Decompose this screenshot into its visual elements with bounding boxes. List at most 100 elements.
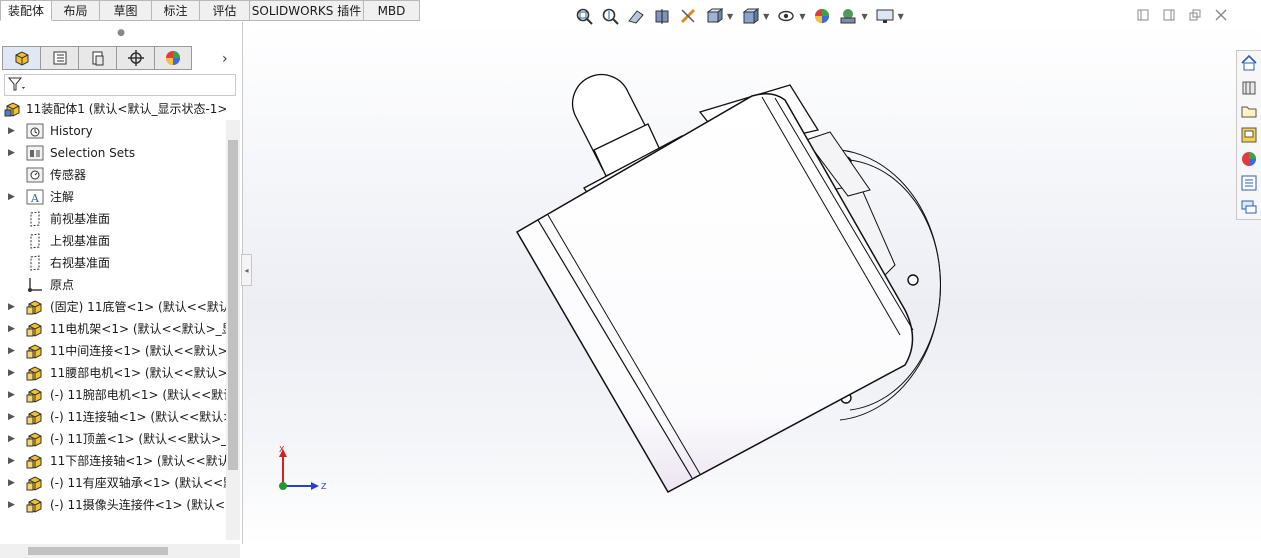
tree-filter[interactable]: [4, 74, 236, 96]
zoom-to-area-icon[interactable]: [599, 5, 621, 27]
apply-scene-dropdown[interactable]: ▼: [861, 12, 867, 21]
tree-item[interactable]: ▶ 11电机架<1> (默认<<默认>_显: [0, 318, 226, 340]
chevron-right-icon[interactable]: ›: [222, 51, 228, 67]
tree-item[interactable]: ▶ (-) 11摄像头连接件<1> (默认<<: [0, 494, 226, 516]
tab-sketch[interactable]: 草图: [100, 0, 152, 21]
triad-z-label: Z: [321, 482, 327, 491]
restore-icon[interactable]: [1184, 6, 1206, 24]
tree-item-label: 注解: [50, 190, 75, 204]
expand-arrow-icon[interactable]: ▶: [8, 142, 15, 164]
part-icon: [26, 431, 44, 447]
part-icon: [26, 497, 44, 513]
view-orientation-icon[interactable]: [703, 5, 725, 27]
propertymanager-icon[interactable]: [40, 46, 78, 70]
tree-item-label: (-) 11顶盖<1> (默认<<默认>_显: [50, 432, 226, 446]
view-orientation-dropdown[interactable]: ▼: [727, 12, 733, 21]
display-style-icon[interactable]: [739, 5, 761, 27]
view-settings-icon[interactable]: [874, 5, 896, 27]
appearances-icon[interactable]: [1237, 147, 1261, 171]
zoom-to-fit-icon[interactable]: [573, 5, 595, 27]
feature-tree: 11装配体1 (默认<默认_显示状态-1> ▶ History ▶ Selection …: [0, 98, 226, 540]
expand-arrow-icon[interactable]: ▶: [8, 186, 15, 208]
configurationmanager-icon[interactable]: [78, 46, 116, 70]
display-style-dropdown[interactable]: ▼: [763, 12, 769, 21]
tab-markup[interactable]: 标注: [152, 0, 200, 21]
graphics-area[interactable]: X Z: [243, 23, 1261, 544]
view-settings-dropdown[interactable]: ▼: [898, 12, 904, 21]
featuremanager-icon[interactable]: [2, 46, 40, 70]
dimxpert-icon[interactable]: [116, 46, 154, 70]
expand-arrow-icon[interactable]: ▶: [8, 494, 15, 516]
tab-layout[interactable]: 布局: [52, 0, 100, 21]
tab-solidworks-addins[interactable]: SOLIDWORKS 插件: [250, 0, 364, 21]
hide-show-dropdown[interactable]: ▼: [799, 12, 805, 21]
view-palette-icon[interactable]: [1237, 123, 1261, 147]
dynamic-annotation-icon[interactable]: [677, 5, 699, 27]
expand-arrow-icon[interactable]: ▶: [8, 384, 15, 406]
tree-item[interactable]: 上视基准面: [0, 230, 226, 252]
tree-item[interactable]: ▶ 11下部连接轴<1> (默认<<默认: [0, 450, 226, 472]
hide-show-items-icon[interactable]: [775, 5, 797, 27]
motor-body: [515, 93, 914, 494]
tree-item[interactable]: ▶ 11中间连接<1> (默认<<默认>_: [0, 340, 226, 362]
file-explorer-icon[interactable]: [1237, 99, 1261, 123]
triad-x-label: X: [279, 445, 285, 454]
expand-arrow-icon[interactable]: ▶: [8, 340, 15, 362]
bolt-hole: [907, 274, 919, 286]
tree-item-label: 原点: [50, 278, 75, 292]
expand-arrow-icon[interactable]: ▶: [8, 120, 15, 142]
tree-item[interactable]: ▶ (-) 11有座双轴承<1> (默认<<默: [0, 472, 226, 494]
design-library-icon[interactable]: [1237, 75, 1261, 99]
tree-item[interactable]: ▶ (固定) 11底管<1> (默认<<默认: [0, 296, 226, 318]
custom-properties-icon[interactable]: [1237, 171, 1261, 195]
expand-arrow-icon[interactable]: ▶: [8, 472, 15, 494]
manager-tabs: [2, 46, 192, 72]
tree-item[interactable]: 传感器: [0, 164, 226, 186]
section-view-icon[interactable]: [651, 5, 673, 27]
display-manager-icon[interactable]: [154, 46, 192, 70]
tree-item[interactable]: ▶ 11腰部电机<1> (默认<<默认>_: [0, 362, 226, 384]
tab-mbd[interactable]: MBD: [364, 0, 420, 21]
svg-text:A: A: [30, 192, 40, 205]
tile-right-icon[interactable]: [1158, 6, 1180, 24]
forum-icon[interactable]: [1237, 195, 1261, 219]
tree-item[interactable]: ▶ (-) 11顶盖<1> (默认<<默认>_显: [0, 428, 226, 450]
tree-item-label: 11电机架<1> (默认<<默认>_显: [50, 322, 226, 336]
tree-item[interactable]: 原点: [0, 274, 226, 296]
tree-item-label: (-) 11腕部电机<1> (默认<<默认: [50, 388, 226, 402]
panel-grip[interactable]: ●: [0, 22, 242, 44]
tree-item[interactable]: ▶ (-) 11腕部电机<1> (默认<<默认: [0, 384, 226, 406]
panel-collapse-handle[interactable]: ◂: [241, 254, 252, 286]
plane-icon: [26, 211, 44, 227]
tree-item[interactable]: 右视基准面: [0, 252, 226, 274]
view-triad: X Z: [279, 445, 327, 491]
tab-evaluate[interactable]: 评估: [200, 0, 250, 21]
tree-item[interactable]: ▶ (-) 11连接轴<1> (默认<<默认>: [0, 406, 226, 428]
expand-arrow-icon[interactable]: ▶: [8, 296, 15, 318]
expand-arrow-icon[interactable]: ▶: [8, 318, 15, 340]
filter-icon: [7, 76, 26, 95]
tile-left-icon[interactable]: [1132, 6, 1154, 24]
tree-item[interactable]: ▶ History: [0, 120, 226, 142]
tree-item-label: (固定) 11底管<1> (默认<<默认: [50, 300, 226, 314]
tree-item[interactable]: 前视基准面: [0, 208, 226, 230]
plane-icon: [26, 255, 44, 271]
tree-item[interactable]: ▶ A 注解: [0, 186, 226, 208]
part-icon: [26, 365, 44, 381]
expand-arrow-icon[interactable]: ▶: [8, 406, 15, 428]
tree-item-label: History: [50, 124, 93, 138]
apply-scene-icon[interactable]: [837, 5, 859, 27]
tree-horizontal-scrollbar[interactable]: [0, 544, 240, 558]
expand-arrow-icon[interactable]: ▶: [8, 428, 15, 450]
expand-arrow-icon[interactable]: ▶: [8, 362, 15, 384]
home-icon[interactable]: [1237, 51, 1261, 75]
expand-arrow-icon[interactable]: ▶: [8, 450, 15, 472]
close-icon[interactable]: [1210, 6, 1232, 24]
tree-vertical-scrollbar[interactable]: [226, 120, 240, 540]
previous-view-icon[interactable]: [625, 5, 647, 27]
tree-item[interactable]: ▶ Selection Sets: [0, 142, 226, 164]
tree-root-assembly[interactable]: 11装配体1 (默认<默认_显示状态-1>: [0, 98, 226, 120]
edit-appearance-icon[interactable]: [811, 5, 833, 27]
tab-assembly[interactable]: 装配体: [0, 0, 52, 21]
tree-item-label: (-) 11摄像头连接件<1> (默认<<: [50, 498, 226, 512]
